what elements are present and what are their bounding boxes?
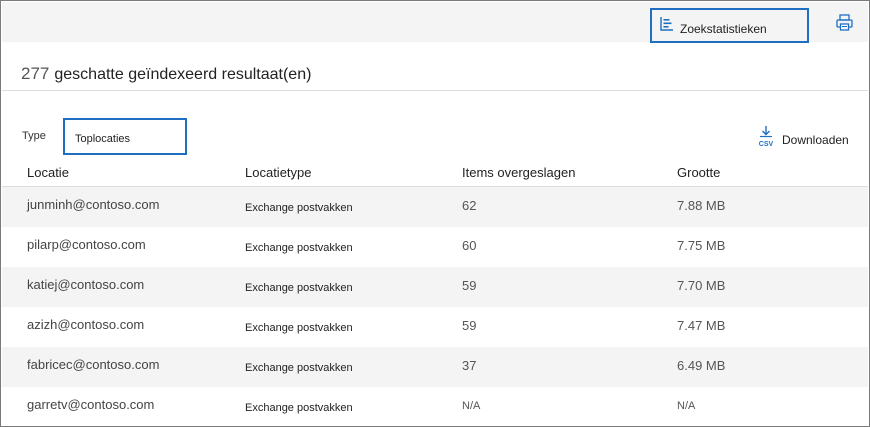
cell-location: pilarp@contoso.com <box>27 237 146 252</box>
results-table: Locatie Locatietype Items overgeslagen G… <box>2 157 868 426</box>
search-statistics-panel: Zoekstatistieken 277 geschatte geïndexeer… <box>0 0 870 427</box>
cell-size: 7.75 MB <box>677 238 726 253</box>
cell-size: 7.88 MB <box>677 198 726 213</box>
cell-location-type: Exchange postvakken <box>245 322 353 334</box>
cell-location: fabricec@contoso.com <box>27 357 160 372</box>
cell-location: garretv@contoso.com <box>27 397 155 412</box>
cell-location: katiej@contoso.com <box>27 277 145 292</box>
column-header-size[interactable]: Grootte <box>677 165 720 180</box>
printer-icon[interactable] <box>836 14 853 31</box>
table-row[interactable]: katiej@contoso.com Exchange postvakken 5… <box>2 267 868 307</box>
divider <box>2 90 868 91</box>
result-count-number: 277 <box>21 64 50 83</box>
table-row[interactable]: pilarp@contoso.com Exchange postvakken 6… <box>2 227 868 267</box>
cell-items-skipped: 59 <box>462 318 477 333</box>
cell-items-skipped: 62 <box>462 198 477 213</box>
cell-size: 6.49 MB <box>677 358 726 373</box>
cell-location-type: Exchange postvakken <box>245 202 353 214</box>
download-label: Downloaden <box>782 133 849 147</box>
search-statistics-button[interactable]: Zoekstatistieken <box>650 8 809 43</box>
table-header: Locatie Locatietype Items overgeslagen G… <box>2 157 868 187</box>
cell-size: N/A <box>677 400 696 412</box>
cell-location-type: Exchange postvakken <box>245 402 353 414</box>
type-select-value: Toplocaties <box>75 133 131 145</box>
type-select[interactable]: Toplocaties <box>63 118 187 155</box>
cell-location-type: Exchange postvakken <box>245 362 353 374</box>
cell-location-type: Exchange postvakken <box>245 242 353 254</box>
result-count-heading: 277 geschatte geïndexeerd resultaat(en) <box>21 64 311 84</box>
search-statistics-label: Zoekstatistieken <box>680 22 767 36</box>
csv-icon-text: CSV <box>759 141 774 148</box>
cell-location: junminh@contoso.com <box>27 197 160 212</box>
cell-size: 7.47 MB <box>677 318 726 333</box>
cell-size: 7.70 MB <box>677 278 726 293</box>
table-row[interactable]: azizh@contoso.com Exchange postvakken 59… <box>2 307 868 347</box>
column-header-items-skipped[interactable]: Items overgeslagen <box>462 165 575 180</box>
top-toolbar: Zoekstatistieken <box>2 2 868 43</box>
column-header-location-type[interactable]: Locatietype <box>245 165 312 180</box>
table-row[interactable]: garretv@contoso.com Exchange postvakken … <box>2 387 868 426</box>
chart-lines-icon <box>660 17 673 31</box>
cell-items-skipped: N/A <box>462 400 481 412</box>
download-button[interactable]: CSV Downloaden <box>757 126 857 150</box>
cell-location-type: Exchange postvakken <box>245 282 353 294</box>
result-count-text: geschatte geïndexeerd resultaat(en) <box>54 66 312 83</box>
type-label: Type <box>22 130 46 142</box>
cell-items-skipped: 37 <box>462 358 477 373</box>
csv-download-icon: CSV <box>759 126 774 148</box>
cell-items-skipped: 60 <box>462 238 477 253</box>
column-header-location[interactable]: Locatie <box>27 165 69 180</box>
cell-items-skipped: 59 <box>462 278 477 293</box>
table-row[interactable]: fabricec@contoso.com Exchange postvakken… <box>2 347 868 387</box>
cell-location: azizh@contoso.com <box>27 317 145 332</box>
table-row[interactable]: junminh@contoso.com Exchange postvakken … <box>2 187 868 227</box>
